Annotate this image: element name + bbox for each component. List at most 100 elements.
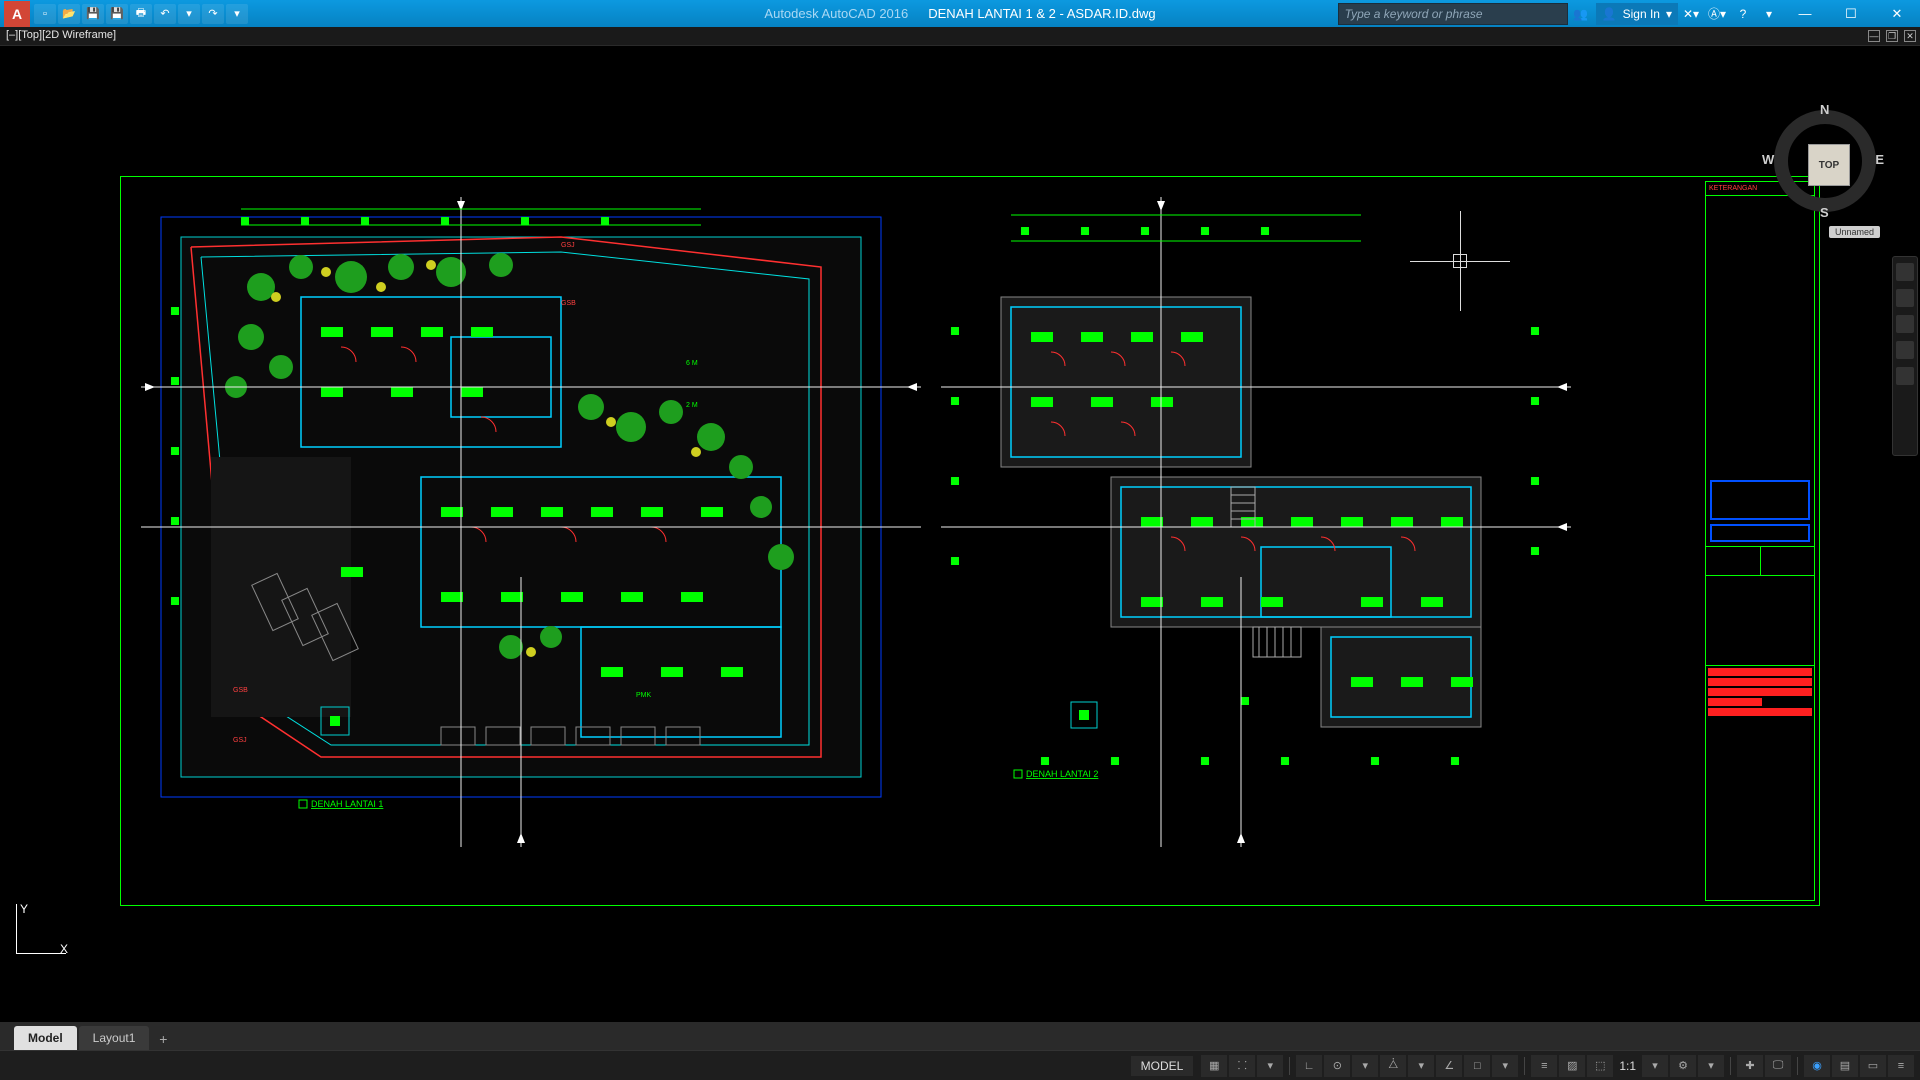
osnap-dd-icon[interactable]: ▾ — [1492, 1055, 1518, 1077]
hardware-accel-icon[interactable]: ◉ — [1804, 1055, 1830, 1077]
gear-dd-icon[interactable]: ▾ — [1698, 1055, 1724, 1077]
nav-showmotion-icon[interactable] — [1896, 367, 1914, 385]
view-cube[interactable]: TOP N S E W — [1770, 106, 1880, 216]
title-right-group: Type a keyword or phrase 👥 👤 Sign In ▾ ✕… — [1338, 0, 1920, 27]
drawing-frame: KETERANGAN — [120, 176, 1820, 906]
close-button[interactable]: ✕ — [1874, 0, 1920, 27]
search-placeholder: Type a keyword or phrase — [1345, 7, 1483, 21]
help-dropdown-icon[interactable]: ▾ — [1756, 3, 1782, 25]
customize-icon[interactable]: ≡ — [1888, 1055, 1914, 1077]
view-cube-south[interactable]: S — [1820, 205, 1829, 220]
app-logo[interactable]: A — [4, 1, 30, 27]
title-block-box — [1710, 480, 1810, 520]
tab-model[interactable]: Model — [14, 1026, 77, 1050]
title-bar: A ▫ 📂 💾 💾 🖶 ↶ ▾ ↷ ▾ Autodesk AutoCAD 201… — [0, 0, 1920, 27]
qat-chevron-down-icon[interactable]: ▾ — [178, 4, 200, 24]
layout-tabs: Model Layout1 + — [0, 1022, 1920, 1050]
nav-wheel-icon[interactable] — [1896, 263, 1914, 281]
cycling-icon[interactable]: ⬚ — [1587, 1055, 1613, 1077]
title-block-box — [1710, 524, 1810, 542]
exchange-icon[interactable]: ✕▾ — [1678, 3, 1704, 25]
sign-in-label: Sign In — [1623, 7, 1660, 21]
snap-dropdown-icon[interactable]: ▾ — [1257, 1055, 1283, 1077]
scale-dd-icon[interactable]: ▾ — [1642, 1055, 1668, 1077]
title-block-row — [1708, 698, 1762, 706]
qat-undo-icon[interactable]: ↶ — [154, 4, 176, 24]
help-icon[interactable]: ? — [1730, 3, 1756, 25]
polar-dropdown-icon[interactable]: ▾ — [1352, 1055, 1378, 1077]
qat-plot-icon[interactable]: 🖶 — [130, 4, 152, 24]
viewport-header: [–][Top][2D Wireframe] — ❐ ✕ — [0, 27, 1920, 46]
title-block: KETERANGAN — [1705, 181, 1815, 901]
file-name: DENAH LANTAI 1 & 2 - ASDAR.ID.dwg — [928, 6, 1155, 21]
qat-open-icon[interactable]: 📂 — [58, 4, 80, 24]
view-cube-east[interactable]: E — [1875, 152, 1884, 167]
svg-text:PMK: PMK — [636, 692, 652, 699]
svg-text:GSB: GSB — [233, 687, 248, 694]
tab-layout1[interactable]: Layout1 — [79, 1026, 150, 1050]
nav-pan-icon[interactable] — [1896, 289, 1914, 307]
ucs-x-label: X — [60, 942, 68, 956]
svg-text:GSJ: GSJ — [561, 242, 575, 249]
monitor-icon[interactable]: 🖵 — [1765, 1055, 1791, 1077]
view-cube-face[interactable]: TOP — [1808, 144, 1850, 186]
gear-icon[interactable]: ⚙ — [1670, 1055, 1696, 1077]
view-cube-north[interactable]: N — [1820, 102, 1829, 117]
qat-saveas-icon[interactable]: 💾 — [106, 4, 128, 24]
quick-access-toolbar: ▫ 📂 💾 💾 🖶 ↶ ▾ ↷ ▾ — [34, 4, 248, 24]
qat-new-icon[interactable]: ▫ — [34, 4, 56, 24]
osnap-icon[interactable]: ∠ — [1436, 1055, 1462, 1077]
app-store-icon[interactable]: Ⓐ▾ — [1704, 3, 1730, 25]
isolate-icon[interactable]: ▤ — [1832, 1055, 1858, 1077]
floor-plan-1: DENAH LANTAI 1 GSJ GSB GSB GSJ 6 M 2 M P… — [141, 197, 921, 847]
transparency-icon[interactable]: ▨ — [1559, 1055, 1585, 1077]
nav-orbit-icon[interactable] — [1896, 341, 1914, 359]
svg-text:GSB: GSB — [561, 300, 576, 307]
status-bar: MODEL ▦ ⸬ ▾ ∟ ⊙ ▾ ⧊ ▾ ∠ □ ▾ ≡ ▨ ⬚ 1:1 ▾ … — [0, 1050, 1920, 1080]
maximize-button[interactable]: ☐ — [1828, 0, 1874, 27]
doc-close-icon[interactable]: ✕ — [1904, 30, 1916, 42]
doc-restore-icon[interactable]: ❐ — [1886, 30, 1898, 42]
search-token-icon[interactable]: 👥 — [1568, 3, 1594, 25]
qat-redo-icon[interactable]: ↷ — [202, 4, 224, 24]
polar-icon[interactable]: ⊙ — [1324, 1055, 1350, 1077]
title-block-row — [1708, 668, 1812, 676]
svg-text:6 M: 6 M — [686, 360, 698, 367]
plan2-title: DENAH LANTAI 2 — [1026, 769, 1098, 779]
user-icon: 👤 — [1602, 7, 1617, 21]
title-block-row — [1708, 678, 1812, 686]
qat-save-icon[interactable]: 💾 — [82, 4, 104, 24]
cleanscreen-icon[interactable]: ▭ — [1860, 1055, 1886, 1077]
navigation-bar — [1892, 256, 1918, 456]
ortho-icon[interactable]: ∟ — [1296, 1055, 1322, 1077]
minimize-button[interactable]: — — [1782, 0, 1828, 27]
svg-text:2 M: 2 M — [686, 402, 698, 409]
isodraft-icon[interactable]: ⧊ — [1380, 1055, 1406, 1077]
nav-zoom-icon[interactable] — [1896, 315, 1914, 333]
qat-chevron-down-icon[interactable]: ▾ — [226, 4, 248, 24]
title-block-row — [1708, 688, 1812, 696]
osnap-track-icon[interactable]: □ — [1464, 1055, 1490, 1077]
workspace-icon[interactable]: ✚ — [1737, 1055, 1763, 1077]
ucs-y-label: Y — [20, 902, 28, 916]
doc-minimize-icon[interactable]: — — [1868, 30, 1880, 42]
viewport-label[interactable]: [–][Top][2D Wireframe] — [6, 29, 116, 41]
status-space[interactable]: MODEL — [1131, 1056, 1194, 1076]
plan1-title: DENAH LANTAI 1 — [311, 799, 383, 809]
svg-text:GSJ: GSJ — [233, 737, 247, 744]
ucs-name-badge[interactable]: Unnamed — [1829, 226, 1880, 238]
sign-in-button[interactable]: 👤 Sign In ▾ — [1596, 3, 1678, 25]
title-block-row — [1708, 708, 1812, 716]
search-input[interactable]: Type a keyword or phrase — [1338, 3, 1568, 25]
chevron-down-icon: ▾ — [1666, 7, 1672, 21]
snap-icon[interactable]: ⸬ — [1229, 1055, 1255, 1077]
view-cube-west[interactable]: W — [1762, 152, 1774, 167]
lineweight-icon[interactable]: ≡ — [1531, 1055, 1557, 1077]
annotation-scale[interactable]: 1:1 — [1615, 1059, 1640, 1073]
app-name: Autodesk AutoCAD 2016 — [764, 6, 908, 21]
isodraft-dd-icon[interactable]: ▾ — [1408, 1055, 1434, 1077]
add-layout-button[interactable]: + — [151, 1028, 175, 1050]
drawing-canvas[interactable]: KETERANGAN — [0, 46, 1920, 1022]
grid-icon[interactable]: ▦ — [1201, 1055, 1227, 1077]
floor-plan-2: DENAH LANTAI 2 — [941, 197, 1571, 847]
